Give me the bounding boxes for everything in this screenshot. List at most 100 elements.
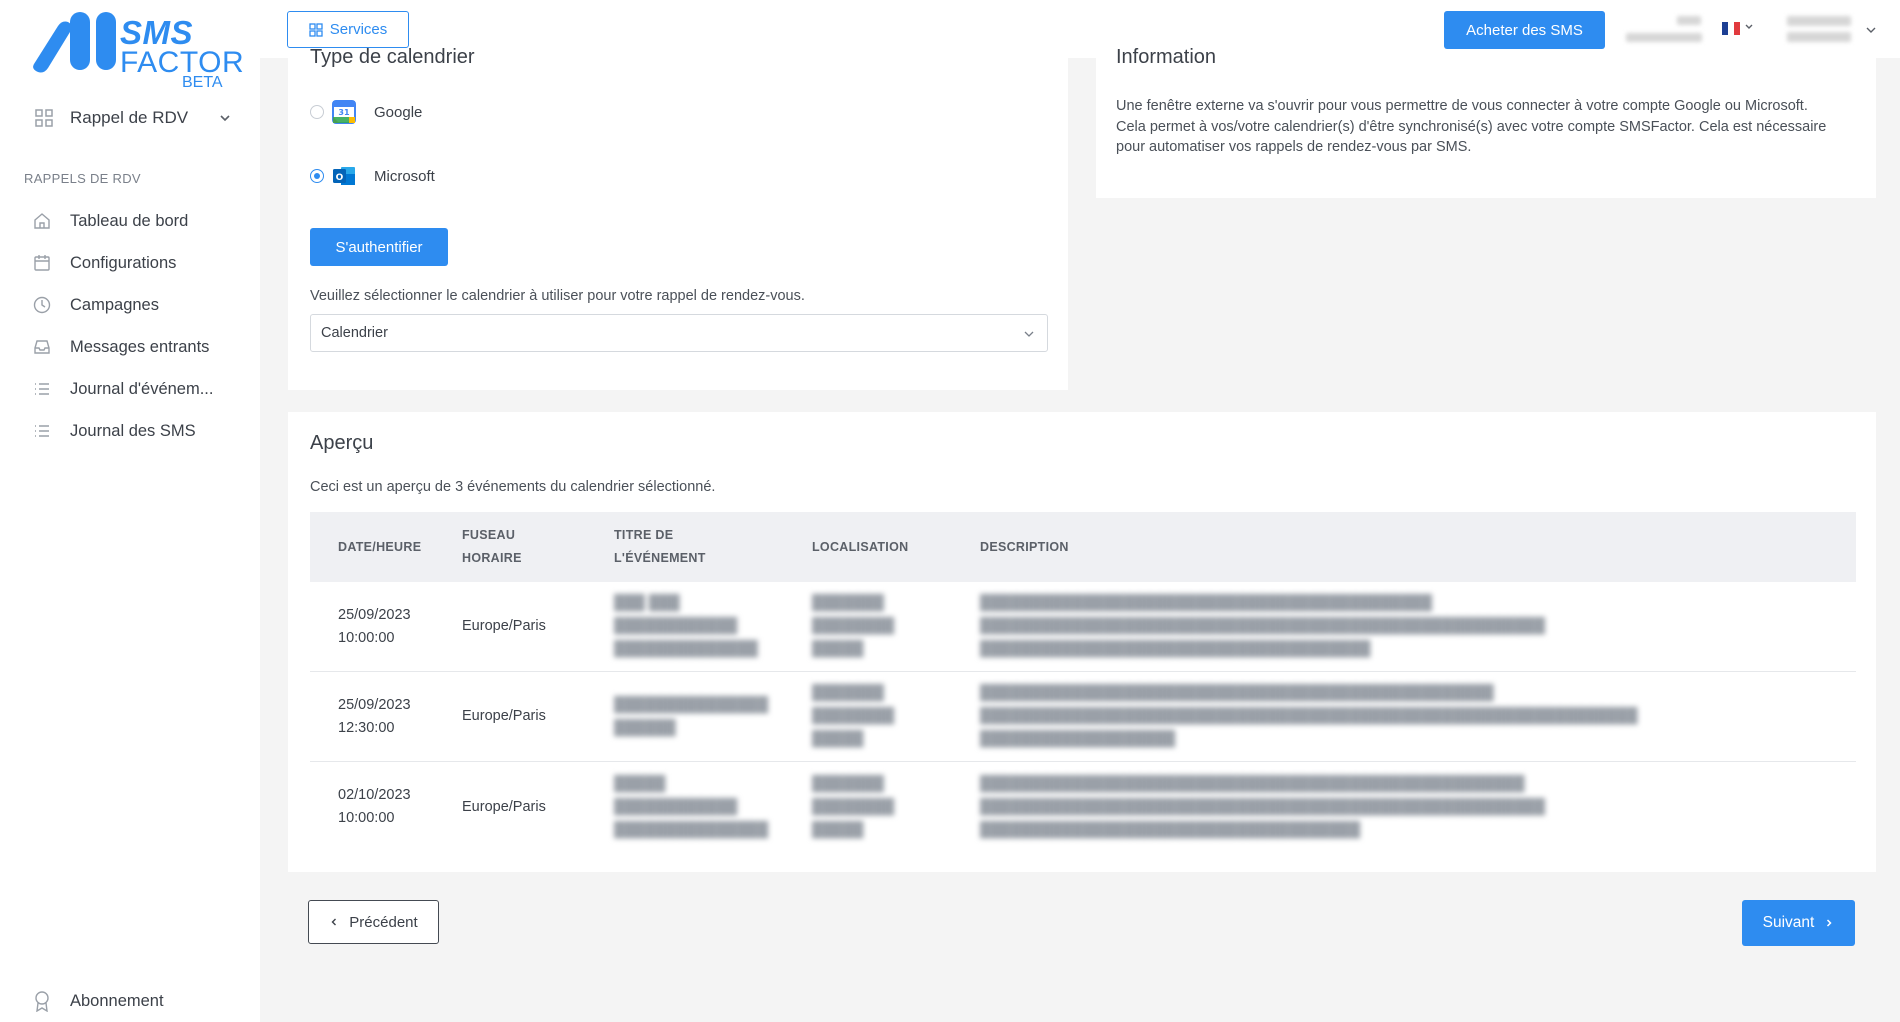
sidebar-item-label: Campagnes (70, 295, 159, 314)
cell-location-redacted: ███████ ████████ █████ (812, 775, 895, 838)
sidebar-item-label: Journal d'événem... (70, 379, 214, 398)
preview-card: Aperçu Ceci est un aperçu de 3 événement… (288, 412, 1876, 872)
events-table: DATE/HEURE FUSEAU HORAIRE TITRE DE L'ÉVÉNE… (310, 512, 1856, 852)
chevron-down-icon[interactable] (1865, 24, 1877, 36)
smsfactor-logo[interactable]: SMS FACTOR BETA (28, 12, 244, 92)
table-row: 25/09/2023 10:00:00 Europe/Paris ███ ███ █… (310, 582, 1856, 672)
calendar-type-card: Type de calendrier 31 Google O Microsoft… (288, 46, 1068, 390)
column-header-line: HORAIRE (462, 551, 522, 565)
sidebar: SMS FACTOR BETA Rappel de RDV RAPPELS DE… (0, 0, 260, 1022)
inbox-icon (34, 340, 50, 354)
sidebar-item-campaigns[interactable]: Campagnes (32, 284, 242, 326)
top-bar: Services Acheter des SMS (260, 0, 1900, 58)
outlook-icon: O (333, 167, 355, 185)
cell-time: 10:00:00 (338, 810, 395, 826)
sidebar-section-title: RAPPELS DE RDV (24, 171, 141, 186)
svg-text:O: O (336, 173, 344, 183)
calendar-type-title: Type de calendrier (310, 46, 475, 68)
home-icon (34, 213, 50, 229)
grid-icon (35, 109, 53, 127)
sidebar-item-event-log[interactable]: Journal d'événem... (32, 368, 242, 410)
clock-icon (33, 296, 51, 314)
services-button[interactable]: Services (287, 11, 409, 48)
information-card: Information Une fenêtre externe va s'ouv… (1096, 46, 1876, 198)
list-icon (35, 383, 49, 395)
column-header-description: DESCRIPTION (980, 539, 1069, 554)
column-header-line: TITRE DE (614, 528, 674, 542)
radio-microsoft-label: Microsoft (374, 167, 435, 185)
table-row: 25/09/2023 12:30:00 Europe/Paris ████████… (310, 672, 1856, 762)
calendar-select[interactable]: Calendrier (310, 314, 1048, 352)
chevron-down-icon[interactable] (1744, 22, 1754, 32)
sidebar-item-incoming-messages[interactable]: Messages entrants (32, 326, 242, 368)
user-name-blurred[interactable] (1787, 32, 1851, 42)
column-header-timezone: FUSEAU HORAIRE (462, 512, 614, 582)
table-row: 02/10/2023 10:00:00 Europe/Paris █████ ███… (310, 762, 1856, 852)
sidebar-nav: Tableau de bord Configurations Campagnes… (32, 200, 242, 452)
sidebar-item-dashboard[interactable]: Tableau de bord (32, 200, 242, 242)
cell-description-redacted: ████████████████████████████████████████… (980, 775, 1546, 838)
authenticate-button[interactable]: S'authentifier (310, 228, 448, 266)
module-selector[interactable]: Rappel de RDV (32, 104, 232, 132)
radio-google[interactable]: 31 Google (310, 100, 422, 124)
buy-sms-button[interactable]: Acheter des SMS (1444, 11, 1605, 49)
cell-timezone: Europe/Paris (462, 618, 546, 634)
list-icon (35, 425, 49, 437)
cell-datetime: 02/10/2023 10:00:00 (310, 762, 462, 852)
module-selector-label: Rappel de RDV (70, 108, 189, 127)
sidebar-item-sms-log[interactable]: Journal des SMS (32, 410, 242, 452)
column-header-location: LOCALISATION (812, 539, 909, 554)
calendar-select-hint: Veuillez sélectionner le calendrier à ut… (310, 288, 805, 304)
previous-button-label: Précédent (349, 913, 418, 931)
chevron-down-icon (220, 115, 230, 122)
language-flag-icon[interactable] (1722, 22, 1740, 35)
credits-blurred (1626, 33, 1702, 42)
column-header-line: FUSEAU (462, 528, 516, 542)
cell-title-redacted: █████ ████████████ ███████████████ (614, 775, 769, 838)
cell-title-redacted: ███ ███ ████████████ ██████████████ (614, 595, 758, 657)
chevron-down-icon (1024, 331, 1034, 337)
chevron-right-icon (1827, 919, 1832, 927)
cell-timezone: Europe/Paris (462, 798, 546, 815)
previous-button[interactable]: Précédent (308, 900, 439, 944)
logo-mark-icon (33, 12, 116, 73)
services-button-label: Services (329, 21, 388, 38)
information-text: Une fenêtre externe va s'ouvrir pour vou… (1116, 96, 1856, 158)
table-header: DATE/HEURE FUSEAU HORAIRE TITRE DE L'ÉVÉNE… (310, 512, 1856, 582)
column-header-date: DATE/HEURE (338, 539, 422, 554)
information-title: Information (1116, 46, 1217, 68)
cell-title-redacted: ███████████████ ██████ (614, 696, 769, 736)
column-header-title: TITRE DE L'ÉVÉNEMENT (614, 512, 812, 582)
cell-datetime: 25/09/2023 12:30:00 (310, 672, 462, 761)
calendar-icon (34, 255, 50, 271)
information-line: Cela permet à vos/votre calendrier(s) d'… (1116, 118, 1827, 156)
svg-text:31: 31 (338, 108, 350, 117)
radio-button[interactable] (310, 105, 324, 119)
cell-time: 12:30:00 (338, 719, 395, 736)
sidebar-item-configurations[interactable]: Configurations (32, 242, 242, 284)
cell-time: 10:00:00 (338, 629, 395, 646)
cell-date: 25/09/2023 (338, 696, 411, 713)
sidebar-item-label: Configurations (70, 253, 177, 272)
grid-icon (309, 22, 323, 37)
sidebar-item-label: Abonnement (70, 991, 164, 1010)
calendar-select-value: Calendrier (321, 325, 388, 341)
logo-beta-text: BETA (182, 74, 223, 91)
next-button-label: Suivant (1762, 914, 1815, 931)
google-calendar-icon: 31 (332, 100, 356, 124)
radio-google-label: Google (374, 103, 423, 121)
next-button[interactable]: Suivant (1742, 900, 1855, 946)
preview-title: Aperçu (310, 432, 374, 454)
preview-subtitle: Ceci est un aperçu de 3 événements du ca… (310, 479, 716, 495)
information-line: Une fenêtre externe va s'ouvrir pour vou… (1116, 98, 1808, 114)
cell-date: 02/10/2023 (338, 787, 411, 803)
radio-button[interactable] (310, 169, 324, 183)
column-header-line: L'ÉVÉNEMENT (614, 551, 706, 565)
cell-location-redacted: ███████ ████████ █████ (812, 595, 895, 657)
sidebar-item-subscription[interactable]: Abonnement (32, 990, 164, 1012)
cell-description-redacted: ████████████████████████████████████████… (980, 685, 1638, 747)
user-name-blurred[interactable] (1787, 16, 1851, 26)
radio-microsoft[interactable]: O Microsoft (310, 164, 435, 188)
chevron-left-icon (331, 918, 337, 926)
cell-datetime: 25/09/2023 10:00:00 (310, 582, 462, 671)
